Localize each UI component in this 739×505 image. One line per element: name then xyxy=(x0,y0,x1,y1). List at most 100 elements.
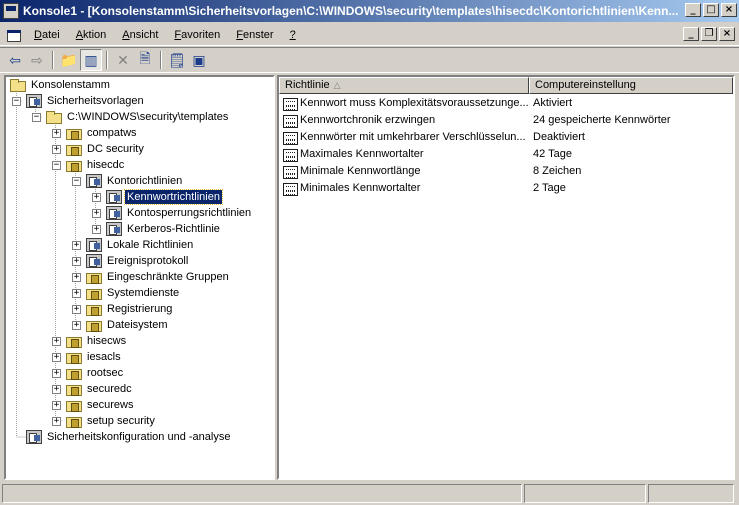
tree-item-dc-security[interactable]: + DC security xyxy=(52,141,146,157)
menu-aktion[interactable]: Aktion xyxy=(70,27,113,43)
list-item[interactable]: Kennwortchronik erzwingen 24 gespeichert… xyxy=(279,113,733,130)
status-panel-tertiary xyxy=(648,484,734,503)
collapse-icon[interactable]: − xyxy=(52,160,61,170)
up-one-level-icon[interactable]: 📁 xyxy=(58,49,80,71)
tree-item-securedc[interactable]: + securedc xyxy=(52,381,134,397)
status-panel-secondary xyxy=(524,484,646,503)
tree-item-kennwortrichtlinien[interactable]: + Kennwortrichtlinien xyxy=(92,189,223,205)
properties-icon[interactable]: 🗒 xyxy=(166,49,188,71)
status-bar xyxy=(0,482,739,505)
security-analysis-icon xyxy=(26,430,42,444)
list-item[interactable]: Minimale Kennwortlänge 8 Zeichen xyxy=(279,164,733,181)
tree-item-registrierung[interactable]: + Registrierung xyxy=(72,301,174,317)
forward-arrow-icon[interactable]: ⇨ xyxy=(26,49,48,71)
toolbar: ⇦ ⇨ 📁 ▥ ✕ 🗎 🗒 ▣ xyxy=(0,47,739,73)
expand-icon[interactable]: + xyxy=(52,400,61,410)
template-icon xyxy=(66,144,82,156)
menu-datei[interactable]: Datei xyxy=(28,27,66,43)
toolbar-separator xyxy=(52,51,54,69)
console-tree-pane: Konsolenstamm − Sicherheitsvorlagen − C:… xyxy=(4,75,275,480)
expand-icon[interactable]: + xyxy=(52,352,61,362)
tree-item-hisecws[interactable]: + hisecws xyxy=(52,333,128,349)
tree-item-lokale-richtlinien[interactable]: + Lokale Richtlinien xyxy=(72,237,195,253)
menu-bar: Datei Aktion Ansicht Favoriten Fenster ?… xyxy=(0,24,739,46)
sort-ascending-icon: △ xyxy=(333,80,341,90)
expand-icon[interactable]: + xyxy=(72,320,81,330)
back-arrow-icon[interactable]: ⇦ xyxy=(4,49,26,71)
expand-icon[interactable]: + xyxy=(92,224,101,234)
maximize-button[interactable]: □ xyxy=(703,3,719,17)
folder-icon xyxy=(86,272,102,284)
folder-icon xyxy=(10,78,26,92)
expand-icon[interactable]: + xyxy=(52,128,61,138)
tree-item-iesacls[interactable]: + iesacls xyxy=(52,349,123,365)
collapse-icon[interactable]: − xyxy=(12,96,21,106)
expand-icon[interactable]: + xyxy=(52,368,61,378)
template-icon xyxy=(66,384,82,396)
details-pane: Richtlinie △ Computereinstellung Kennwort… xyxy=(277,75,735,480)
policy-icon xyxy=(86,254,102,268)
expand-icon[interactable]: + xyxy=(72,240,81,250)
child-close-button[interactable]: × xyxy=(719,27,735,41)
expand-icon[interactable]: + xyxy=(72,256,81,266)
list-item[interactable]: Kennwörter mit umkehrbarer Verschlüsselu… xyxy=(279,130,733,147)
close-button[interactable]: × xyxy=(721,3,737,17)
policy-icon xyxy=(106,206,122,220)
list-item[interactable]: Kennwort muss Komplexitätsvoraussetzunge… xyxy=(279,96,733,113)
collapse-icon[interactable]: − xyxy=(72,176,81,186)
expand-icon[interactable]: + xyxy=(72,304,81,314)
tree-item-setup-security[interactable]: + setup security xyxy=(52,413,157,429)
list-item[interactable]: Maximales Kennwortalter 42 Tage xyxy=(279,147,733,164)
expand-icon[interactable]: + xyxy=(52,416,61,426)
tree-item-compatws[interactable]: + compatws xyxy=(52,125,139,141)
tree-item-systemdienste[interactable]: + Systemdienste xyxy=(72,285,181,301)
expand-icon[interactable]: + xyxy=(72,272,81,282)
minimize-button[interactable]: _ xyxy=(685,3,701,17)
collapse-icon[interactable]: − xyxy=(32,112,41,122)
mmc-app-icon[interactable] xyxy=(3,3,19,19)
toolbar-separator xyxy=(106,51,108,69)
tree-item-securews[interactable]: + securews xyxy=(52,397,135,413)
expand-icon[interactable]: + xyxy=(52,336,61,346)
child-minimize-button[interactable]: _ xyxy=(683,27,699,41)
console-window-icon[interactable] xyxy=(6,26,22,43)
policy-setting-icon xyxy=(283,166,298,179)
template-icon xyxy=(66,128,82,140)
tree-item-ereignisprotokoll[interactable]: + Ereignisprotokoll xyxy=(72,253,190,269)
tree-item-rootsec[interactable]: + rootsec xyxy=(52,365,125,381)
policy-icon xyxy=(86,174,102,188)
tree-item-konsolenstamm[interactable]: Konsolenstamm xyxy=(10,77,112,93)
column-header-computereinstellung[interactable]: Computereinstellung xyxy=(529,77,733,94)
expand-icon[interactable]: + xyxy=(52,384,61,394)
list-item[interactable]: Minimales Kennwortalter 2 Tage xyxy=(279,181,733,198)
menu-ansicht[interactable]: Ansicht xyxy=(116,27,164,43)
export-list-icon[interactable]: 🗎 xyxy=(134,49,156,71)
toolbar-separator xyxy=(160,51,162,69)
expand-icon[interactable]: + xyxy=(92,208,101,218)
column-header-richtlinie[interactable]: Richtlinie △ xyxy=(279,77,529,94)
tree-item-hisecdc[interactable]: − hisecdc xyxy=(52,157,126,173)
help-icon[interactable]: ▣ xyxy=(188,49,210,71)
expand-icon[interactable]: + xyxy=(52,144,61,154)
expand-icon[interactable]: + xyxy=(92,192,101,202)
menu-help[interactable]: ? xyxy=(284,27,302,43)
tree-item-sicherheitsvorlagen[interactable]: − Sicherheitsvorlagen xyxy=(12,93,146,109)
expand-icon[interactable]: + xyxy=(72,288,81,298)
show-hide-tree-icon[interactable]: ▥ xyxy=(80,49,102,71)
tree-item-templates-path[interactable]: − C:\WINDOWS\security\templates xyxy=(32,109,230,125)
window-controls: _ □ × xyxy=(683,3,737,17)
child-restore-button[interactable]: ❐ xyxy=(701,27,717,41)
tree-item-dateisystem[interactable]: + Dateisystem xyxy=(72,317,170,333)
tree-item-kontosperrungsrichtlinien[interactable]: + Kontosperrungsrichtlinien xyxy=(92,205,253,221)
tree-item-eingeschraenkte-gruppen[interactable]: + Eingeschränkte Gruppen xyxy=(72,269,231,285)
tree-item-kontorichtlinien[interactable]: − Kontorichtlinien xyxy=(72,173,184,189)
folder-icon xyxy=(86,288,102,300)
tree-item-sicherheitskonfiguration[interactable]: Sicherheitskonfiguration und -analyse xyxy=(26,429,232,445)
policy-icon xyxy=(106,222,122,236)
template-icon xyxy=(66,400,82,412)
menu-favoriten[interactable]: Favoriten xyxy=(168,27,226,43)
menu-fenster[interactable]: Fenster xyxy=(230,27,279,43)
tree-item-kerberos-richtlinie[interactable]: + Kerberos-Richtlinie xyxy=(92,221,222,237)
security-templates-icon xyxy=(26,94,42,108)
delete-icon[interactable]: ✕ xyxy=(112,49,134,71)
